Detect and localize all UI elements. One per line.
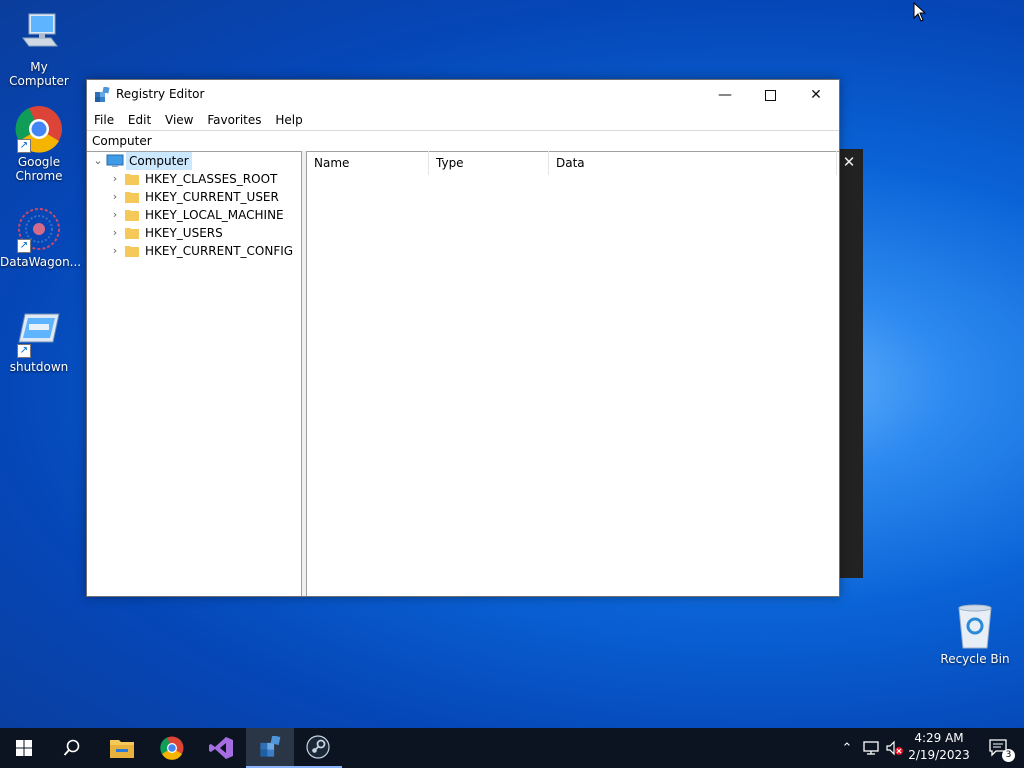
tree-item-hkey-classes-root[interactable]: › HKEY_CLASSES_ROOT xyxy=(109,170,299,188)
address-bar[interactable]: Computer xyxy=(87,130,839,152)
column-header-data[interactable]: Data xyxy=(549,151,837,175)
start-button[interactable] xyxy=(0,728,48,768)
chevron-right-icon[interactable]: › xyxy=(109,188,121,206)
shortcut-arrow-icon: ↗ xyxy=(17,344,31,358)
search-button[interactable] xyxy=(48,728,96,768)
desktop-icon-label: DataWagon... xyxy=(0,255,82,269)
clock-time: 4:29 AM xyxy=(914,731,964,745)
tree-item-label: Computer xyxy=(126,152,192,170)
panes: ⌄ Computer › HKEY_CLASSES_ROOT › HKEY_CU… xyxy=(87,151,839,596)
tree-item-hkey-current-config[interactable]: › HKEY_CURRENT_CONFIG xyxy=(109,242,299,260)
network-button[interactable] xyxy=(860,728,882,768)
clock[interactable]: 4:29 AM 2/19/2023 xyxy=(906,731,972,762)
notification-count-badge: 3 xyxy=(1002,749,1015,762)
minimize-icon: — xyxy=(718,87,732,103)
minimize-button[interactable]: — xyxy=(702,80,748,110)
maximize-icon xyxy=(764,89,776,101)
column-header-type[interactable]: Type xyxy=(429,151,549,175)
folder-icon xyxy=(125,226,139,239)
menu-file[interactable]: File xyxy=(89,110,119,130)
shortcut-arrow-icon: ↗ xyxy=(17,239,31,253)
tree-item-label: HKEY_LOCAL_MACHINE xyxy=(145,208,284,222)
chevron-down-icon[interactable]: ⌄ xyxy=(92,152,104,170)
recycle-bin-icon xyxy=(951,602,999,650)
shortcut-arrow-icon: ↗ xyxy=(17,139,31,153)
menu-favorites[interactable]: Favorites xyxy=(202,110,266,130)
taskbar-file-explorer[interactable] xyxy=(98,728,146,768)
chevron-right-icon[interactable]: › xyxy=(109,242,121,260)
volume-muted-icon xyxy=(886,740,903,756)
desktop-icon-label: shutdown xyxy=(9,360,69,374)
menu-view[interactable]: View xyxy=(160,110,198,130)
tree-item-label: HKEY_CURRENT_USER xyxy=(145,190,279,204)
desktop-icon-label: Recycle Bin xyxy=(940,652,1010,666)
tree-item-hkey-local-machine[interactable]: › HKEY_LOCAL_MACHINE xyxy=(109,206,299,224)
registry-editor-icon xyxy=(260,736,281,757)
title-bar[interactable]: Registry Editor — ✕ xyxy=(87,80,839,110)
tree-item-hkey-users[interactable]: › HKEY_USERS xyxy=(109,224,299,242)
taskbar-google-chrome[interactable] xyxy=(148,728,196,768)
menu-help[interactable]: Help xyxy=(270,110,307,130)
tree-item-label: HKEY_CURRENT_CONFIG xyxy=(145,244,294,258)
show-hidden-icons-button[interactable]: ⌃ xyxy=(836,728,858,768)
background-window xyxy=(836,149,863,578)
menu-bar: File Edit View Favorites Help xyxy=(87,110,839,130)
folder-icon xyxy=(125,190,139,203)
close-icon[interactable]: ✕ xyxy=(838,151,860,173)
desktop-icon-label: Google Chrome xyxy=(15,155,63,183)
window-title: Registry Editor xyxy=(116,87,205,101)
computer-icon xyxy=(15,10,63,58)
desktop-icon-recycle-bin[interactable]: Recycle Bin xyxy=(936,602,1014,666)
tree-item-label: HKEY_CLASSES_ROOT xyxy=(145,172,278,186)
column-header-name[interactable]: Name xyxy=(307,151,429,175)
action-center-button[interactable]: 3 xyxy=(978,728,1018,768)
volume-button[interactable] xyxy=(884,728,906,768)
desktop-icon-datawagon[interactable]: ↗ DataWagon... xyxy=(0,205,82,269)
desktop-icon-shutdown[interactable]: ↗ shutdown xyxy=(0,310,78,374)
key-tree: ⌄ Computer › HKEY_CLASSES_ROOT › HKEY_CU… xyxy=(87,151,302,596)
clock-date: 2/19/2023 xyxy=(908,748,970,762)
folder-icon xyxy=(125,208,139,221)
network-icon xyxy=(863,741,879,755)
tree-item-label: HKEY_USERS xyxy=(145,226,223,240)
chevron-right-icon[interactable]: › xyxy=(109,224,121,242)
menu-edit[interactable]: Edit xyxy=(123,110,156,130)
registry-editor-window: Registry Editor — ✕ File Edit View Favor… xyxy=(86,79,840,597)
datawagon-icon: ↗ xyxy=(15,205,63,253)
chevron-up-icon: ⌃ xyxy=(841,740,853,756)
close-icon: ✕ xyxy=(810,87,822,103)
taskbar-registry-editor[interactable] xyxy=(246,728,294,768)
maximize-button[interactable] xyxy=(747,80,793,110)
desktop-icon-label: My Computer xyxy=(9,60,69,88)
tree-item-computer[interactable]: ⌄ Computer xyxy=(92,152,292,170)
desktop-icon-my-computer[interactable]: My Computer xyxy=(0,10,78,88)
desktop-icon-google-chrome[interactable]: ↗ Google Chrome xyxy=(0,105,78,183)
chevron-right-icon[interactable]: › xyxy=(109,170,121,188)
chevron-right-icon[interactable]: › xyxy=(109,206,121,224)
close-button[interactable]: ✕ xyxy=(793,80,839,110)
values-list[interactable]: Name Type Data xyxy=(306,151,839,596)
visual-studio-icon xyxy=(209,737,233,759)
mouse-cursor-icon xyxy=(913,2,927,22)
steam-icon xyxy=(306,735,330,759)
windows-logo-icon xyxy=(16,740,32,756)
shutdown-icon: ↗ xyxy=(15,310,63,358)
chrome-icon: ↗ xyxy=(15,105,63,153)
folder-icon xyxy=(125,172,139,185)
registry-editor-icon xyxy=(94,86,110,103)
file-explorer-icon xyxy=(110,740,134,758)
folder-icon xyxy=(125,244,139,257)
chrome-icon xyxy=(160,736,184,760)
taskbar-visual-studio[interactable] xyxy=(197,728,245,768)
taskbar: ⌃ 4:29 AM 2/19/2023 3 xyxy=(0,728,1024,768)
taskbar-steam[interactable] xyxy=(294,728,342,768)
tree-item-hkey-current-user[interactable]: › HKEY_CURRENT_USER xyxy=(109,188,299,206)
search-icon xyxy=(63,739,80,756)
